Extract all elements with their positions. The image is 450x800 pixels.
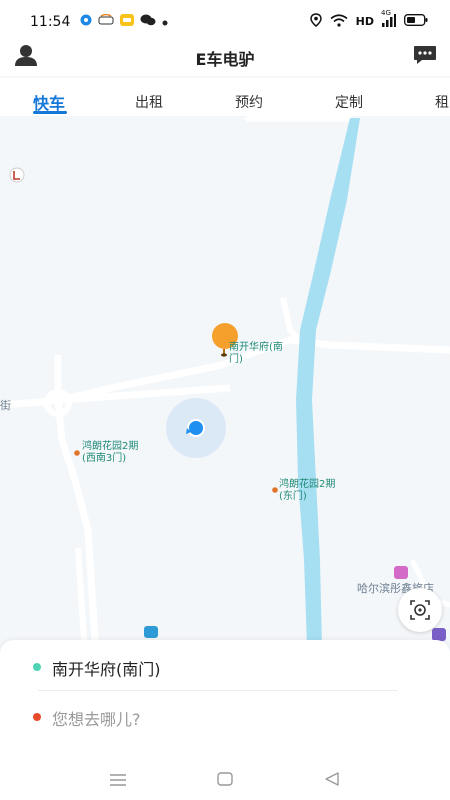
destination-input[interactable]: 您想去哪儿? xyxy=(52,706,141,730)
scan-locate-icon xyxy=(410,600,430,620)
tab-custom[interactable]: 定制 xyxy=(335,92,363,112)
message-app-icon xyxy=(120,14,134,30)
pickup-dot xyxy=(33,663,41,671)
message-icon[interactable] xyxy=(413,45,437,69)
more-notifications-icon xyxy=(162,15,168,30)
pickup-location: 南开华府(南门) xyxy=(52,660,161,679)
map-canvas xyxy=(0,116,450,646)
pin-label[interactable]: 南开华府(南 门) xyxy=(229,342,283,366)
app-header: E车电驴 xyxy=(0,36,450,76)
tab-taxi[interactable]: 出租 xyxy=(135,92,163,112)
destination-row[interactable]: 您想去哪儿? xyxy=(0,698,450,738)
menu-icon[interactable] xyxy=(109,772,127,791)
destination-dot xyxy=(33,713,41,721)
signal-icon: 4G xyxy=(381,9,396,30)
poi-2-line2: (东门) xyxy=(279,491,307,502)
system-nav-bar xyxy=(0,760,450,800)
poi-2-line1: 鸿朗花园2期 xyxy=(279,479,336,490)
tab-rent[interactable]: 租 xyxy=(435,92,449,112)
home-icon[interactable] xyxy=(217,771,233,790)
pickup-row[interactable]: 南开华府(南门) xyxy=(0,648,450,688)
network-type: HD xyxy=(355,15,374,28)
map-view[interactable]: 南开华府(南 门) 鸿朗花园2期 (西南3门) 鸿朗花园2期 (东门) 哈尔滨彤… xyxy=(0,116,450,646)
tab-reserve[interactable]: 预约 xyxy=(235,92,263,112)
location-icon xyxy=(309,13,322,30)
app-notification-icon xyxy=(80,14,92,30)
poi-label-east-gate[interactable]: 鸿朗花园2期 (东门) xyxy=(279,479,335,503)
active-tab-indicator xyxy=(33,111,67,114)
pin-label-line1: 南开华府(南 xyxy=(229,342,283,353)
back-icon[interactable] xyxy=(324,771,340,790)
locate-button[interactable] xyxy=(398,588,442,632)
status-right: HD 4G xyxy=(309,9,428,30)
app-title: E车电驴 xyxy=(195,50,255,69)
notification-icons xyxy=(80,13,168,30)
service-tabs: 快车 出租 预约 定制 租 xyxy=(0,78,450,116)
pin-label-line2: 门) xyxy=(229,354,243,365)
poi-1-line1: 鸿朗花园2期 xyxy=(82,441,139,452)
wechat-icon xyxy=(140,14,156,30)
poi-label-west-gate[interactable]: 鸿朗花园2期 (西南3门) xyxy=(82,441,138,465)
status-time: 11:54 xyxy=(30,14,71,30)
signal-type: 4G xyxy=(381,8,391,17)
wifi-icon xyxy=(330,13,348,30)
battery-icon xyxy=(404,14,428,29)
map-edge-street-label: 街 xyxy=(0,399,11,412)
taobao-icon xyxy=(98,13,114,30)
panel-divider xyxy=(38,690,398,691)
poi-1-line2: (西南3门) xyxy=(82,453,127,464)
